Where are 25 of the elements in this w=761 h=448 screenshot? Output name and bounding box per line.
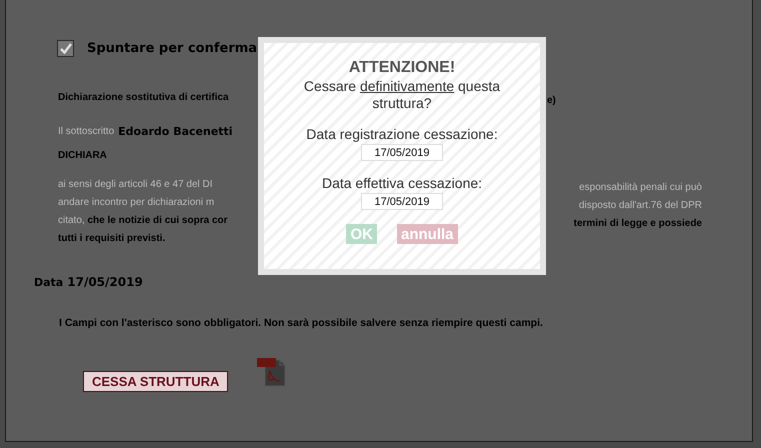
required-fields-note: I Campi con l'asterisco sono obbligatori. Non sarà possibile salvere senza riempire questi campi. — [58, 317, 544, 329]
date-input[interactable]: 17/05/2019 — [361, 144, 443, 161]
signer-label: Il sottoscritto — [58, 126, 114, 137]
declaration-title: Dichiarazione sostitutiva di certifica — [58, 92, 229, 103]
date-label: Data — [34, 276, 64, 289]
date-input[interactable]: 17/05/2019 — [361, 193, 443, 210]
declaration-title-end: e) — [547, 95, 556, 106]
field-label: Data effettiva cessazione: — [322, 175, 482, 192]
paragraph-text: tutti i requisiti previsti. — [58, 232, 166, 244]
dialog-message: Cessare definitivamente questa struttura? — [302, 78, 502, 112]
paragraph-text: andare incontro per dichiarazioni m — [58, 196, 214, 208]
checkbox[interactable] — [57, 40, 74, 57]
checkmark-icon — [60, 43, 72, 54]
field-label: Data registrazione cessazione: — [306, 126, 498, 143]
paragraph-text: termini di legge e possiede — [574, 218, 702, 228]
checkbox-label: Spuntare per conferma — [87, 41, 258, 56]
paragraph-text: ai sensi degli articoli 46 e 47 del DI — [58, 178, 213, 190]
declaration-heading: DICHIARA — [58, 150, 107, 161]
cessa-struttura-button[interactable]: CESSA STRUTTURA — [83, 371, 228, 392]
paragraph-text: citato, che le notizie di cui sopra cor — [58, 214, 228, 226]
paragraph-text: disposto dall'art.76 del DPR — [578, 200, 702, 210]
dialog-title: ATTENZIONE! — [348, 59, 456, 77]
date-value: 17/05/2019 — [67, 275, 143, 289]
signer-name: Edoardo Bacenetti — [118, 125, 233, 138]
paragraph-text: esponsabilità penali cui può — [579, 182, 702, 192]
